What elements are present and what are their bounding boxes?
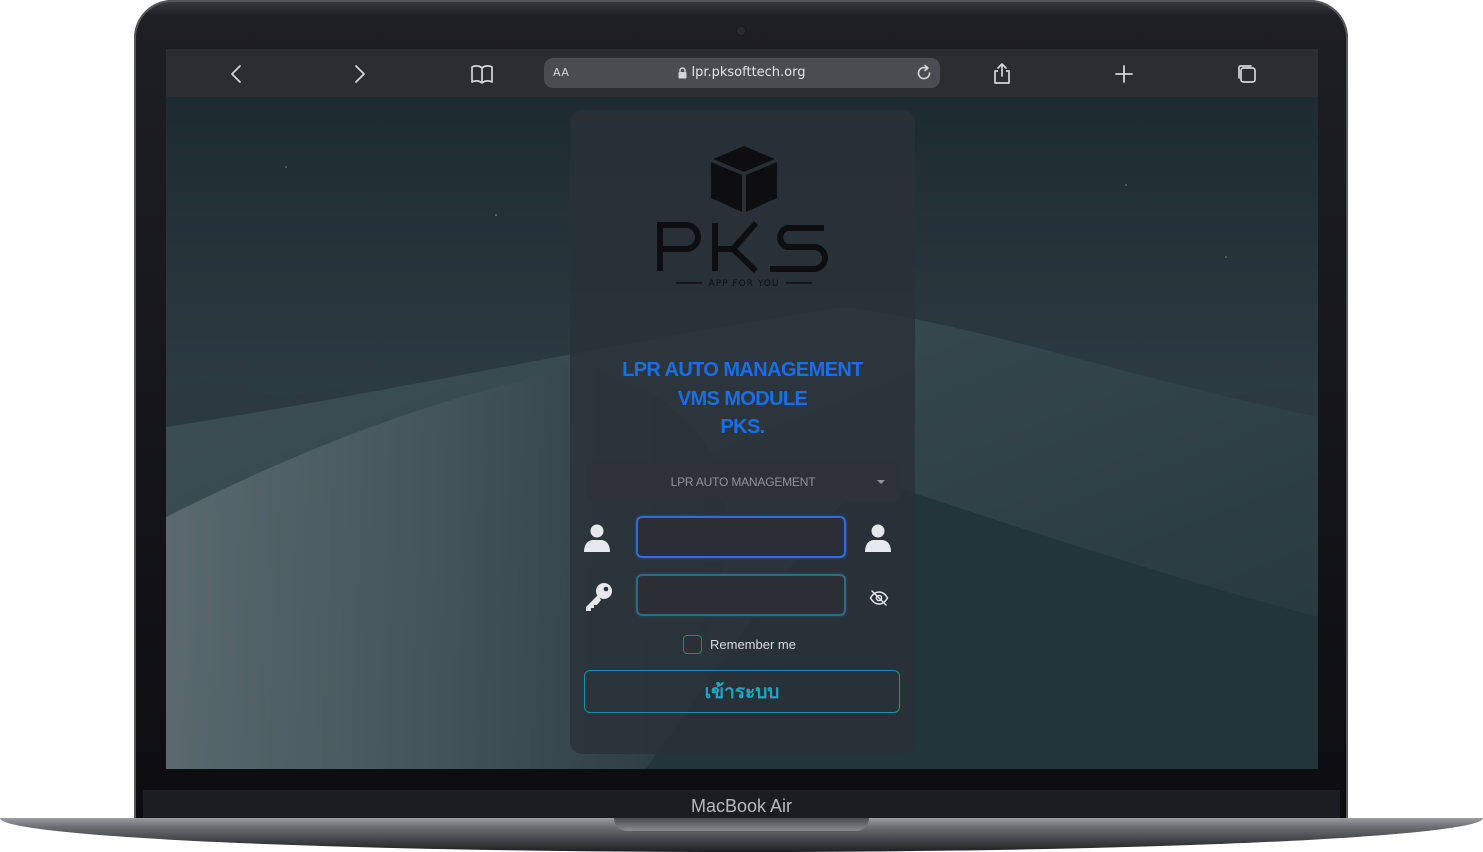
box-icon [711,146,777,212]
app-heading: LPR AUTO MANAGEMENT VMS MODULE PKS. [570,356,915,442]
user-icon [865,524,891,552]
username-field[interactable] [636,516,846,558]
heading-line-1: LPR AUTO MANAGEMENT [622,359,863,381]
heading-line-3: PKS. [720,416,765,438]
user-icon [584,524,610,552]
back-icon[interactable] [224,61,250,87]
url-container: lpr.pksofttech.org [544,65,940,80]
login-button[interactable]: เข้าระบบ [584,670,900,713]
heading-line-2: VMS MODULE [677,387,808,410]
module-select[interactable]: LPR AUTO MANAGEMENT [587,462,899,502]
eye-slash-icon[interactable] [869,590,889,606]
pks-logo: APP FOR YOU [657,146,828,289]
url-text: lpr.pksofttech.org [691,65,806,80]
remember-me-checkbox[interactable] [683,634,702,654]
logo-tagline: APP FOR YOU [709,279,780,289]
lock-icon [678,66,687,78]
forward-icon[interactable] [346,61,372,87]
chevron-down-icon [877,480,885,484]
remember-me-label: Remember me [710,636,796,652]
remember-me: Remember me [683,633,796,655]
new-tab-icon[interactable] [1111,61,1137,87]
reload-icon[interactable] [914,63,934,83]
screen: AA lpr.pksofttech.org APP FOR YOU LPR AU… [166,49,1318,769]
module-select-value: LPR AUTO MANAGEMENT [670,475,816,489]
bookmarks-icon[interactable] [469,61,495,87]
address-bar[interactable]: AA lpr.pksofttech.org [544,58,940,88]
share-icon[interactable] [989,61,1015,87]
login-card: APP FOR YOU LPR AUTO MANAGEMENT VMS MODU… [570,110,915,754]
password-field[interactable] [636,574,846,616]
camera [737,27,745,35]
device-label: MacBook Air [690,796,793,816]
laptop-notch [614,818,869,831]
browser-toolbar: AA lpr.pksofttech.org [166,49,1318,97]
key-icon [586,583,612,611]
tabs-icon[interactable] [1234,61,1260,87]
